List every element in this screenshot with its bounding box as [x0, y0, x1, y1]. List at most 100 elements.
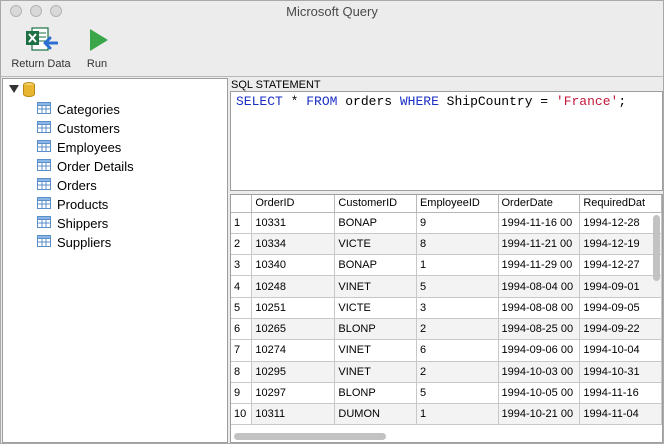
table-item-suppliers[interactable]: Suppliers [37, 233, 134, 252]
table-cell: 5 [416, 275, 499, 298]
table-row[interactable]: 2 10334 VICTE 8 1994-11-21 00 1994-12-19 [231, 233, 662, 256]
table-cell: 1994-08-25 00 [498, 318, 581, 341]
table-item-label: Shippers [57, 216, 109, 231]
table-cell: 10274 [251, 339, 336, 362]
table-row[interactable]: 5 10251 VICTE 3 1994-08-08 00 1994-09-05 [231, 297, 662, 319]
row-number: 3 [231, 254, 253, 277]
table-cell: 10295 [251, 361, 336, 383]
table-item-products[interactable]: Products [37, 195, 134, 214]
column-header[interactable]: EmployeeID [416, 195, 499, 213]
table-cell: 10251 [251, 297, 336, 319]
results-grid[interactable]: OrderID CustomerID EmployeeID OrderDate Requ… [230, 194, 663, 443]
column-header[interactable]: CustomerID [334, 195, 417, 213]
horizontal-scrollbar[interactable] [231, 430, 652, 442]
query-window: Microsoft Query Return Data Run Categori… [0, 0, 664, 444]
table-cell: 1994-11-16 [579, 382, 662, 405]
table-cell: 1994-10-05 00 [498, 382, 581, 405]
table-item-shippers[interactable]: Shippers [37, 214, 134, 233]
table-cell: 1994-09-01 [579, 275, 662, 298]
sql-keyword: SELECT [236, 94, 283, 109]
table-cell: VINET [334, 275, 417, 298]
sql-token: * [282, 94, 307, 109]
column-header[interactable]: RequiredDat [579, 195, 662, 213]
column-header[interactable]: OrderDate [498, 195, 581, 213]
vertical-scrollbar[interactable] [651, 213, 661, 421]
table-cell: 2 [416, 318, 499, 341]
table-cell: BONAP [334, 212, 417, 234]
sql-editor[interactable]: SELECT * FROM orders WHERE ShipCountry =… [230, 91, 663, 191]
table-icon [37, 102, 51, 114]
table-cell: 10297 [251, 382, 336, 405]
table-row[interactable]: 7 10274 VINET 6 1994-09-06 00 1994-10-04 [231, 339, 662, 362]
results-table: OrderID CustomerID EmployeeID OrderDate Requ… [231, 195, 662, 426]
run-button[interactable]: Run [79, 25, 115, 70]
table-icon [37, 140, 51, 152]
table-row[interactable]: 9 10297 BLONP 5 1994-10-05 00 1994-11-16 [231, 382, 662, 405]
table-cell: VINET [334, 339, 417, 362]
table-cell: 1 [416, 403, 499, 426]
table-item-order-details[interactable]: Order Details [37, 157, 134, 176]
results-body: 1 10331 BONAP 9 1994-11-16 00 1994-12-28 2 1033… [231, 212, 662, 426]
table-cell: 10340 [251, 254, 336, 277]
table-tree-pane: Categories Customers Employees Order Detail… [2, 78, 228, 443]
disclosure-triangle-icon[interactable] [9, 85, 19, 93]
return-data-label: Return Data [11, 58, 71, 70]
row-number: 2 [231, 233, 253, 256]
table-cell: BLONP [334, 382, 417, 405]
column-header[interactable] [231, 195, 253, 213]
table-cell: 1994-08-08 00 [498, 297, 581, 319]
table-cell: BONAP [334, 254, 417, 277]
sql-token: orders [337, 94, 400, 109]
table-cell: 10334 [251, 233, 336, 256]
table-item-label: Customers [57, 121, 120, 136]
row-number: 5 [231, 297, 253, 319]
table-list: Categories Customers Employees Order Detail… [37, 100, 134, 252]
table-icon [37, 197, 51, 209]
row-number: 4 [231, 275, 253, 298]
table-item-employees[interactable]: Employees [37, 138, 134, 157]
run-label: Run [86, 58, 108, 70]
table-icon [37, 216, 51, 228]
table-cell: 8 [416, 233, 499, 256]
table-row[interactable]: 1 10331 BONAP 9 1994-11-16 00 1994-12-28 [231, 212, 662, 234]
row-number: 8 [231, 361, 253, 383]
table-cell: BLONP [334, 318, 417, 341]
window-title: Microsoft Query [286, 4, 378, 19]
column-header[interactable]: OrderID [251, 195, 336, 213]
horizontal-scroll-thumb[interactable] [234, 433, 386, 440]
row-number: 9 [231, 382, 253, 405]
table-item-categories[interactable]: Categories [37, 100, 134, 119]
table-cell: 1994-12-27 [579, 254, 662, 277]
table-cell: 3 [416, 297, 499, 319]
table-icon [37, 178, 51, 190]
table-item-label: Orders [57, 178, 97, 193]
vertical-scroll-thumb[interactable] [653, 215, 660, 281]
row-number: 10 [231, 403, 253, 426]
table-cell: 1994-11-16 00 [498, 212, 581, 234]
sql-token: ; [618, 94, 627, 109]
table-cell: 5 [416, 382, 499, 405]
table-cell: 1994-11-04 [579, 403, 662, 426]
table-cell: VICTE [334, 233, 417, 256]
return-data-button[interactable]: Return Data [7, 25, 75, 70]
table-cell: 1994-09-22 [579, 318, 662, 341]
table-item-label: Categories [57, 102, 120, 117]
table-cell: 10248 [251, 275, 336, 298]
row-number: 1 [231, 212, 253, 234]
table-row[interactable]: 3 10340 BONAP 1 1994-11-29 00 1994-12-27 [231, 254, 662, 277]
table-row[interactable]: 6 10265 BLONP 2 1994-08-25 00 1994-09-22 [231, 318, 662, 341]
table-cell: 10265 [251, 318, 336, 341]
table-icon [37, 121, 51, 133]
table-cell: 1994-10-21 00 [498, 403, 581, 426]
table-cell: 1994-11-21 00 [498, 233, 581, 256]
sql-statement-label: SQL STATEMENT [231, 79, 321, 91]
table-cell: 6 [416, 339, 499, 362]
table-item-orders[interactable]: Orders [37, 176, 134, 195]
sql-string: 'France' [555, 94, 619, 109]
table-row[interactable]: 10 10311 DUMON 1 1994-10-21 00 1994-11-04 [231, 403, 662, 426]
table-item-customers[interactable]: Customers [37, 119, 134, 138]
table-row[interactable]: 4 10248 VINET 5 1994-08-04 00 1994-09-01 [231, 275, 662, 298]
table-row[interactable]: 8 10295 VINET 2 1994-10-03 00 1994-10-31 [231, 361, 662, 383]
table-cell: 10311 [251, 403, 336, 426]
title-bar: Microsoft Query [1, 1, 663, 23]
